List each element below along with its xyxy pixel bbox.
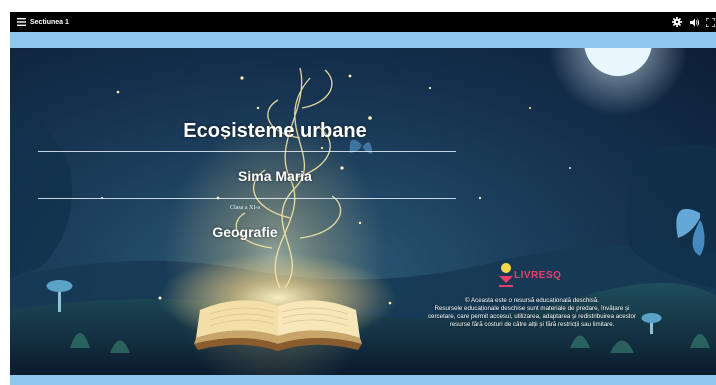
menu-button[interactable]	[14, 15, 28, 29]
sound-button[interactable]	[686, 12, 704, 32]
settings-button[interactable]	[668, 12, 686, 32]
speaker-icon	[690, 18, 700, 26]
grade-label: Clasa a XI-a	[230, 205, 260, 211]
toolbar-right	[668, 12, 716, 32]
section-title: Sectiunea 1	[30, 18, 69, 26]
open-book-illustration	[194, 300, 362, 351]
app-window: Sectiunea 1 Ecosisteme urbane Sima Maria…	[0, 0, 716, 385]
gear-icon	[672, 17, 682, 27]
divider-top	[38, 151, 456, 152]
livresq-logo-text: LIVRESQ	[514, 270, 562, 281]
top-band	[10, 32, 716, 48]
lesson-title: Ecosisteme urbane	[183, 120, 367, 142]
license-line: Resursele educaționale deschise sunt mat…	[434, 305, 630, 312]
license-line: resurse fără costuri de către alții și f…	[449, 321, 615, 328]
fullscreen-button[interactable]	[704, 12, 716, 32]
bottom-band	[10, 375, 716, 385]
menu-icon	[16, 18, 26, 26]
divider-bottom	[38, 198, 456, 199]
livresq-logo-icon	[499, 263, 513, 287]
author-name: Sima Maria	[238, 168, 312, 184]
fullscreen-icon	[705, 17, 715, 27]
license-line: © Aceasta este o resursă educațională de…	[465, 297, 599, 304]
livresq-logo: LIVRESQ	[498, 262, 588, 288]
license-line: cercetare, care permit accesul, utilizar…	[427, 313, 637, 320]
top-bar: Sectiunea 1	[10, 12, 716, 32]
subject-label: Geografie	[212, 224, 278, 240]
license-notice: © Aceasta este o resursă educațională de…	[370, 297, 694, 329]
